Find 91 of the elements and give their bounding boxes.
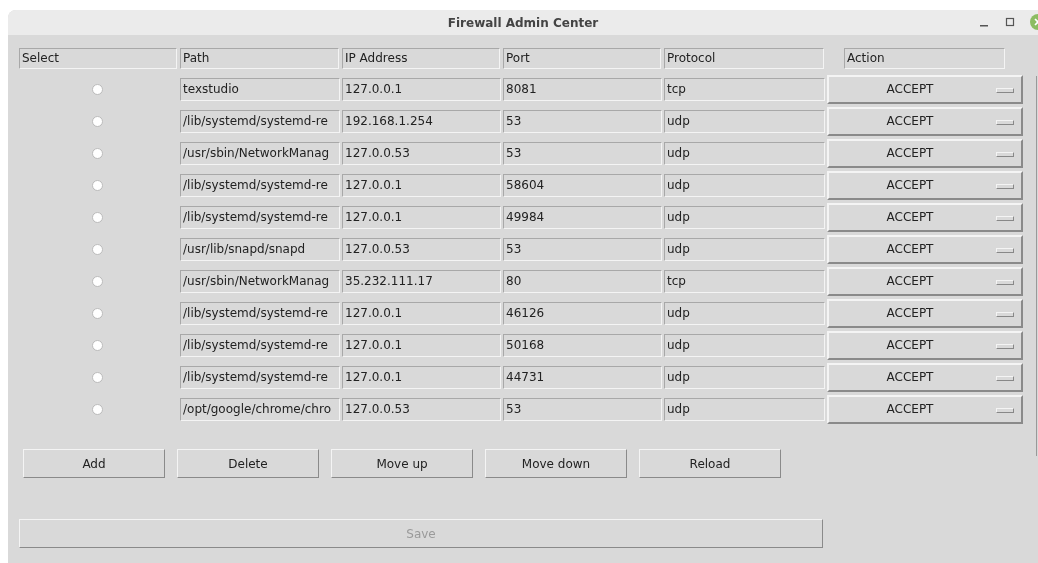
action-dropdown[interactable]: ACCEPT xyxy=(827,266,1023,296)
table-cell: 127.0.0.1 xyxy=(342,205,501,229)
column-header: Select xyxy=(19,48,177,69)
table-cell: 192.168.1.254 xyxy=(342,109,501,133)
action-dropdown[interactable]: ACCEPT xyxy=(827,170,1023,200)
dropdown-indicator-icon xyxy=(996,119,1014,125)
table-cell: 80 xyxy=(503,269,662,293)
action-dropdown[interactable]: ACCEPT xyxy=(827,106,1023,136)
column-header: IP Address xyxy=(342,48,500,69)
column-header: Action xyxy=(844,48,1005,69)
action-button[interactable]: Move up xyxy=(331,449,473,478)
dropdown-indicator-icon xyxy=(996,375,1014,381)
dropdown-indicator-icon xyxy=(996,279,1014,285)
radio-button[interactable] xyxy=(92,147,103,159)
action-dropdown[interactable]: ACCEPT xyxy=(827,138,1023,168)
table-cell: udp xyxy=(664,301,825,325)
table-cell: 127.0.0.1 xyxy=(342,365,501,389)
dropdown-indicator-icon xyxy=(996,247,1014,253)
table-cell: 8081 xyxy=(503,77,662,101)
table-cell: 127.0.0.53 xyxy=(342,237,501,261)
table-cell: /opt/google/chrome/chro xyxy=(180,397,340,421)
radio-button[interactable] xyxy=(92,371,103,383)
table-cell: 44731 xyxy=(503,365,662,389)
table-cell: 49984 xyxy=(503,205,662,229)
dropdown-indicator-icon xyxy=(996,343,1014,349)
table-cell: 58604 xyxy=(503,173,662,197)
table-cell: udp xyxy=(664,205,825,229)
action-dropdown[interactable]: ACCEPT xyxy=(827,202,1023,232)
radio-button[interactable] xyxy=(92,211,103,223)
table-cell: udp xyxy=(664,237,825,261)
radio-button[interactable] xyxy=(92,83,103,95)
action-dropdown[interactable]: ACCEPT xyxy=(827,298,1023,328)
radio-button[interactable] xyxy=(92,339,103,351)
table-cell: 53 xyxy=(503,141,662,165)
table-cell: udp xyxy=(664,109,825,133)
dropdown-indicator-icon xyxy=(996,183,1014,189)
window-title: Firewall Admin Center xyxy=(447,15,599,30)
table-cell: /usr/sbin/NetworkManag xyxy=(180,269,340,293)
table-cell: 127.0.0.53 xyxy=(342,141,501,165)
table-cell: /lib/systemd/systemd-re xyxy=(180,205,340,229)
table-cell: 127.0.0.1 xyxy=(342,333,501,357)
table-cell: 46126 xyxy=(503,301,662,325)
column-header: Path xyxy=(180,48,339,69)
radio-button[interactable] xyxy=(92,115,103,127)
table-cell: /usr/sbin/NetworkManag xyxy=(180,141,340,165)
action-dropdown[interactable]: ACCEPT xyxy=(827,362,1023,392)
column-header: Port xyxy=(503,48,661,69)
table-cell: udp xyxy=(664,173,825,197)
table-cell: 127.0.0.53 xyxy=(342,397,501,421)
dropdown-indicator-icon xyxy=(996,151,1014,157)
table-cell: 53 xyxy=(503,237,662,261)
table-cell: udp xyxy=(664,333,825,357)
table-cell: /lib/systemd/systemd-re xyxy=(180,173,340,197)
action-dropdown[interactable]: ACCEPT xyxy=(827,394,1023,424)
table-cell: /lib/systemd/systemd-re xyxy=(180,109,340,133)
dropdown-indicator-icon xyxy=(996,87,1014,93)
dropdown-indicator-icon xyxy=(996,215,1014,221)
table-cell: 127.0.0.1 xyxy=(342,173,501,197)
radio-button[interactable] xyxy=(92,403,103,415)
table-cell: texstudio xyxy=(180,77,340,101)
column-header: Protocol xyxy=(664,48,824,69)
table-cell: tcp xyxy=(664,269,825,293)
table-cell: 127.0.0.1 xyxy=(342,77,501,101)
dropdown-indicator-icon xyxy=(996,311,1014,317)
action-button[interactable]: Move down xyxy=(485,449,627,478)
action-button[interactable]: Reload xyxy=(639,449,781,478)
action-dropdown[interactable]: ACCEPT xyxy=(827,74,1023,104)
table-cell: /lib/systemd/systemd-re xyxy=(180,301,340,325)
maximize-icon[interactable] xyxy=(1004,16,1016,28)
dropdown-indicator-icon xyxy=(996,407,1014,413)
table-cell: 127.0.0.1 xyxy=(342,301,501,325)
table-cell: tcp xyxy=(664,77,825,101)
action-button[interactable]: Delete xyxy=(177,449,319,478)
table-cell: udp xyxy=(664,397,825,421)
table-cell: /usr/lib/snapd/snapd xyxy=(180,237,340,261)
radio-button[interactable] xyxy=(92,179,103,191)
table-cell: udp xyxy=(664,141,825,165)
scrollbar[interactable] xyxy=(1036,76,1037,456)
table-cell: 50168 xyxy=(503,333,662,357)
action-dropdown[interactable]: ACCEPT xyxy=(827,234,1023,264)
action-button[interactable]: Add xyxy=(23,449,165,478)
table-cell: 53 xyxy=(503,109,662,133)
radio-button[interactable] xyxy=(92,275,103,287)
table-cell: /lib/systemd/systemd-re xyxy=(180,365,340,389)
radio-button[interactable] xyxy=(92,307,103,319)
table-cell: udp xyxy=(664,365,825,389)
action-dropdown[interactable]: ACCEPT xyxy=(827,330,1023,360)
table-cell: 53 xyxy=(503,397,662,421)
table-cell: /lib/systemd/systemd-re xyxy=(180,333,340,357)
radio-button[interactable] xyxy=(92,243,103,255)
table-cell: 35.232.111.17 xyxy=(342,269,501,293)
